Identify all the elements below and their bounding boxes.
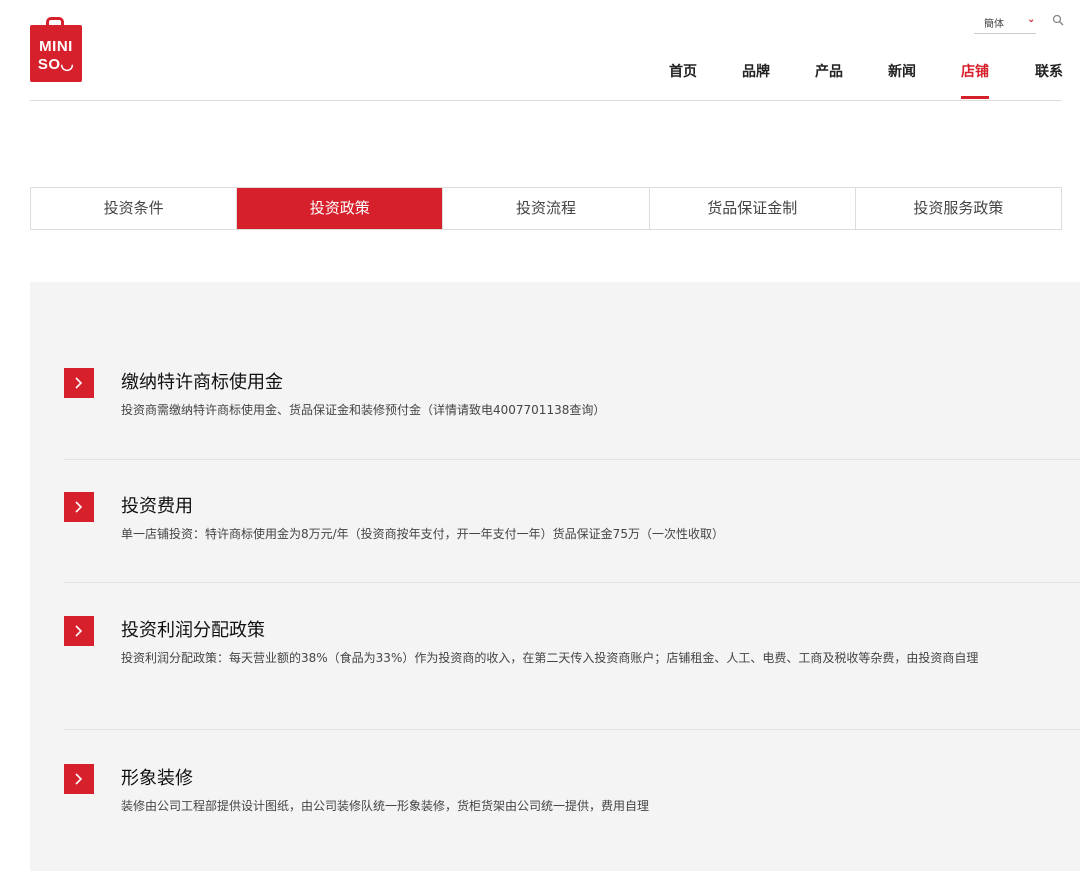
investment-tabs: 投资条件 投资政策 投资流程 货品保证金制 投资服务政策 xyxy=(30,187,1062,230)
policy-divider xyxy=(64,459,1080,460)
chevron-right-icon xyxy=(64,368,94,398)
policy-desc: 单一店铺投资：特许商标使用金为8万元/年（投资商按年支付，开一年支付一年）货品保… xyxy=(121,527,724,541)
header-divider xyxy=(30,100,1062,101)
tab-investment-process[interactable]: 投资流程 xyxy=(443,188,650,229)
policy-divider xyxy=(64,582,1080,583)
nav-item-products[interactable]: 产品 xyxy=(815,62,843,100)
chevron-right-icon xyxy=(64,764,94,794)
language-label: 簡体 xyxy=(984,19,1004,30)
policy-title: 形象装修 xyxy=(121,768,193,789)
nav-item-news[interactable]: 新闻 xyxy=(888,62,916,100)
policy-divider xyxy=(64,729,1080,730)
nav-item-home[interactable]: 首页 xyxy=(669,62,697,100)
policy-title: 缴纳特许商标使用金 xyxy=(121,372,283,393)
policy-list: 缴纳特许商标使用金 投资商需缴纳特许商标使用金、货品保证金和装修预付金（详情请致… xyxy=(30,282,1080,871)
chevron-right-icon xyxy=(64,616,94,646)
policy-desc: 投资利润分配政策：每天营业额的38%（食品为33%）作为投资商的收入，在第二天传… xyxy=(121,651,979,665)
nav-item-stores[interactable]: 店铺 xyxy=(961,62,989,100)
nav-item-contact[interactable]: 联系 xyxy=(1035,62,1063,100)
chevron-right-icon xyxy=(64,492,94,522)
policy-desc: 装修由公司工程部提供设计图纸，由公司装修队统一形象装修，货柜货架由公司统一提供，… xyxy=(121,799,650,813)
policy-title: 投资利润分配政策 xyxy=(121,620,265,641)
tab-investment-policy[interactable]: 投资政策 xyxy=(237,188,444,229)
nav-item-brand[interactable]: 品牌 xyxy=(742,62,770,100)
search-icon[interactable] xyxy=(1052,14,1064,26)
language-select[interactable]: 簡体 ⌄ xyxy=(974,10,1036,34)
logo-text-line1: MINI xyxy=(39,38,73,55)
tab-investment-conditions[interactable]: 投资条件 xyxy=(31,188,238,229)
tab-service-policy[interactable]: 投资服务政策 xyxy=(856,188,1061,229)
policy-title: 投资费用 xyxy=(121,496,193,517)
main-nav: 首页 品牌 产品 新闻 店铺 联系 xyxy=(0,62,1080,102)
policy-desc: 投资商需缴纳特许商标使用金、货品保证金和装修预付金（详情请致电400770113… xyxy=(121,403,606,417)
tab-deposit-system[interactable]: 货品保证金制 xyxy=(650,188,856,229)
chevron-down-icon: ⌄ xyxy=(1027,14,1036,25)
